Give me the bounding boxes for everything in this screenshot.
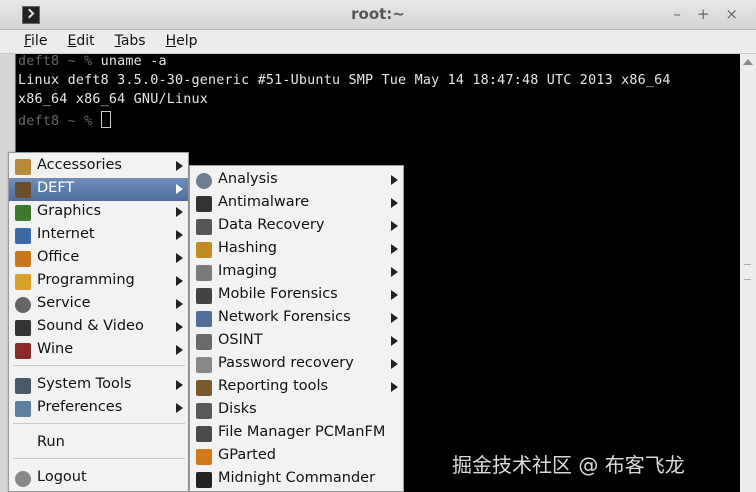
network-icon xyxy=(196,311,212,327)
menu-edit[interactable]: Edit xyxy=(67,30,94,53)
imaging-icon xyxy=(196,265,212,281)
menu-item-graphics[interactable]: Graphics xyxy=(9,201,188,224)
graphics-icon xyxy=(15,205,31,221)
disks-icon xyxy=(196,403,212,419)
chevron-right-icon xyxy=(391,198,398,208)
service-icon xyxy=(15,297,31,313)
prompt: deft8 ~ % xyxy=(18,114,101,129)
maximize-icon[interactable]: + xyxy=(697,5,710,23)
submenu-item-file-manager[interactable]: File Manager PCManFM xyxy=(190,422,403,445)
submenu-item-hashing[interactable]: Hashing xyxy=(190,238,403,261)
scrollbar[interactable] xyxy=(740,54,756,492)
scrollbar-thumb[interactable] xyxy=(744,264,751,280)
menu-item-sound-video[interactable]: Sound & Video xyxy=(9,316,188,339)
minimize-icon[interactable]: – xyxy=(673,5,681,23)
menu-item-accessories[interactable]: Accessories xyxy=(9,155,188,178)
submenu-item-data-recovery[interactable]: Data Recovery xyxy=(190,215,403,238)
gparted-icon xyxy=(196,449,212,465)
menu-item-programming[interactable]: Programming xyxy=(9,270,188,293)
menubar: File Edit Tabs Help xyxy=(0,30,756,54)
chevron-right-icon xyxy=(176,299,183,309)
submenu-item-gparted[interactable]: GParted xyxy=(190,445,403,468)
submenu-item-antimalware[interactable]: Antimalware xyxy=(190,192,403,215)
menu-item-office[interactable]: Office xyxy=(9,247,188,270)
sound-video-icon xyxy=(15,320,31,336)
deft-icon xyxy=(15,182,31,198)
chevron-right-icon xyxy=(176,322,183,332)
submenu-item-network-forensics[interactable]: Network Forensics xyxy=(190,307,403,330)
chevron-right-icon xyxy=(391,313,398,323)
prompt: deft8 ~ % xyxy=(18,54,101,69)
output-line: Linux deft8 3.5.0-30-generic #51-Ubuntu … xyxy=(18,73,671,88)
data-recovery-icon xyxy=(196,219,212,235)
lock-icon xyxy=(196,357,212,373)
mobile-icon xyxy=(196,288,212,304)
chevron-right-icon xyxy=(176,184,183,194)
menu-item-run[interactable]: Run xyxy=(9,432,188,455)
internet-icon xyxy=(15,228,31,244)
chevron-right-icon xyxy=(391,336,398,346)
menu-item-service[interactable]: Service xyxy=(9,293,188,316)
chevron-right-icon xyxy=(176,403,183,413)
submenu-item-midnight-commander[interactable]: Midnight Commander xyxy=(190,468,403,491)
chevron-right-icon xyxy=(391,382,398,392)
window-titlebar[interactable]: root:~ – + × xyxy=(0,0,756,30)
programming-icon xyxy=(15,274,31,290)
deft-submenu: Analysis Antimalware Data Recovery Hashi… xyxy=(189,165,404,492)
logout-icon xyxy=(15,471,31,487)
menu-tabs[interactable]: Tabs xyxy=(115,30,146,53)
chevron-right-icon xyxy=(391,175,398,185)
submenu-item-password-recovery[interactable]: Password recovery xyxy=(190,353,403,376)
menu-help[interactable]: Help xyxy=(166,30,198,53)
command-text: uname -a xyxy=(100,54,167,69)
accessories-icon xyxy=(15,159,31,175)
window-title: root:~ xyxy=(351,5,405,23)
close-icon[interactable]: × xyxy=(725,5,738,23)
submenu-item-osint[interactable]: OSINT xyxy=(190,330,403,353)
menu-separator xyxy=(13,365,185,366)
main-menu: Accessories DEFT Graphics Internet Offic… xyxy=(8,152,189,492)
submenu-item-disks[interactable]: Disks xyxy=(190,399,403,422)
file-manager-icon xyxy=(196,426,212,442)
chevron-right-icon xyxy=(176,161,183,171)
chevron-right-icon xyxy=(391,267,398,277)
chevron-right-icon xyxy=(176,207,183,217)
midnight-commander-icon xyxy=(196,472,212,488)
reporting-icon xyxy=(196,380,212,396)
menu-separator xyxy=(13,458,185,459)
submenu-item-imaging[interactable]: Imaging xyxy=(190,261,403,284)
menu-item-system-tools[interactable]: System Tools xyxy=(9,374,188,397)
text-cursor xyxy=(100,111,111,128)
menu-item-logout[interactable]: Logout xyxy=(9,467,188,490)
hashing-icon xyxy=(196,242,212,258)
submenu-item-reporting-tools[interactable]: Reporting tools xyxy=(190,376,403,399)
menu-file[interactable]: File xyxy=(24,30,47,53)
chevron-right-icon xyxy=(176,253,183,263)
antimalware-icon xyxy=(196,196,212,212)
chevron-right-icon xyxy=(391,244,398,254)
chevron-right-icon xyxy=(391,290,398,300)
osint-icon xyxy=(196,334,212,350)
chevron-right-icon xyxy=(176,380,183,390)
scroll-up-icon[interactable] xyxy=(743,59,753,65)
menu-item-preferences[interactable]: Preferences xyxy=(9,397,188,420)
menu-item-deft[interactable]: DEFT xyxy=(9,178,188,201)
submenu-item-mobile-forensics[interactable]: Mobile Forensics xyxy=(190,284,403,307)
chevron-right-icon xyxy=(176,276,183,286)
chevron-right-icon xyxy=(176,345,183,355)
preferences-icon xyxy=(15,401,31,417)
system-tools-icon xyxy=(15,378,31,394)
menu-item-wine[interactable]: Wine xyxy=(9,339,188,362)
magnifier-icon xyxy=(196,173,212,189)
menu-item-internet[interactable]: Internet xyxy=(9,224,188,247)
wine-icon xyxy=(15,343,31,359)
chevron-right-icon xyxy=(176,230,183,240)
menu-separator xyxy=(13,423,185,424)
output-line: x86_64 x86_64 GNU/Linux xyxy=(18,92,209,107)
office-icon xyxy=(15,251,31,267)
watermark: 掘金技术社区 @ 布客飞龙 xyxy=(452,453,685,477)
chevron-right-icon xyxy=(391,359,398,369)
submenu-item-analysis[interactable]: Analysis xyxy=(190,169,403,192)
chevron-right-icon xyxy=(391,221,398,231)
